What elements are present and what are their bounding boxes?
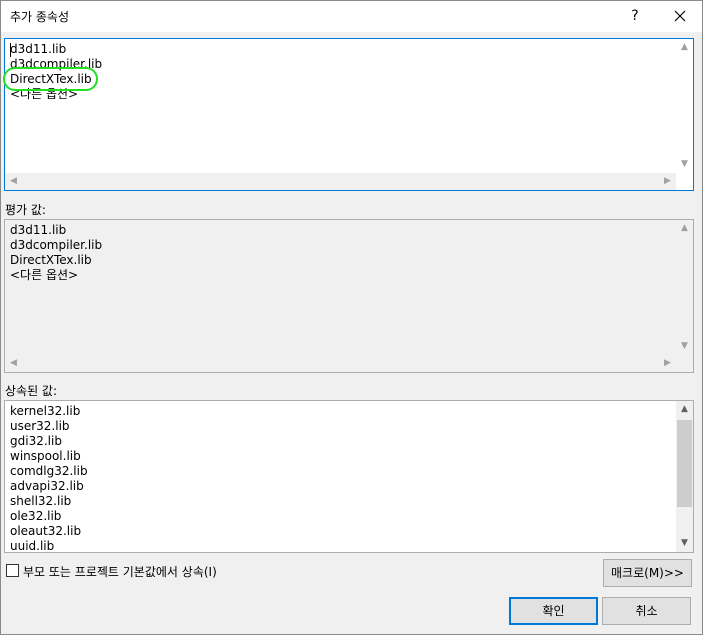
list-item: uuid.lib [10,539,55,553]
help-button[interactable]: ? [624,6,646,26]
scroll-up-arrow-icon[interactable]: ▲ [676,401,693,418]
evaluated-line: <다른 옵션> [10,268,79,282]
inherit-checkbox-label[interactable]: 부모 또는 프로젝트 기본값에서 상속(I) [23,563,217,580]
inherited-values-list: kernel32.lib user32.lib gdi32.lib winspo… [4,400,694,553]
scroll-left-arrow-icon[interactable]: ◀ [5,355,22,372]
evaluated-vertical-scrollbar[interactable]: ▲ ▼ [676,220,693,355]
scroll-up-arrow-icon[interactable]: ▲ [676,220,693,237]
list-item: user32.lib [10,419,70,433]
list-item: ole32.lib [10,509,62,523]
scroll-down-arrow-icon[interactable]: ▼ [676,156,693,173]
scroll-up-arrow-icon[interactable]: ▲ [676,39,693,56]
list-item: winspool.lib [10,449,81,463]
list-item: kernel32.lib [10,404,81,418]
title-bar: 추가 종속성 ? [0,0,703,32]
dialog-title: 추가 종속성 [10,10,70,24]
macro-button[interactable]: 매크로(M)>> [603,559,692,587]
inherited-vertical-scrollbar[interactable]: ▲ ▼ [676,401,693,552]
text-caret [10,43,11,57]
evaluated-value-box: d3d11.lib d3dcompiler.lib DirectXTex.lib… [4,219,694,373]
evaluated-horizontal-scrollbar[interactable]: ◀ ▶ [5,355,676,372]
list-item: gdi32.lib [10,434,62,448]
close-button[interactable] [667,4,693,28]
scrollbar-thumb[interactable] [677,420,692,507]
scroll-right-arrow-icon[interactable]: ▶ [659,173,676,190]
list-item: comdlg32.lib [10,464,88,478]
inherited-lines: kernel32.lib user32.lib gdi32.lib winspo… [10,404,88,553]
evaluated-label: 평가 값: [5,203,46,217]
evaluated-line: DirectXTex.lib [10,253,92,267]
edit-horizontal-scrollbar[interactable]: ◀ ▶ [5,173,676,190]
list-item: shell32.lib [10,494,72,508]
dependencies-edit-box[interactable]: d3d11.lib d3dcompiler.lib DirectXTex.lib… [4,38,694,191]
scroll-down-arrow-icon[interactable]: ▼ [676,338,693,355]
scroll-right-arrow-icon[interactable]: ▶ [659,355,676,372]
ok-button[interactable]: 확인 [509,597,598,625]
inherited-label: 상속된 값: [5,384,58,398]
highlight-annotation [3,67,98,91]
close-icon [674,10,686,22]
scroll-left-arrow-icon[interactable]: ◀ [5,173,22,190]
edit-vertical-scrollbar[interactable]: ▲ ▼ [676,39,693,173]
list-item: advapi32.lib [10,479,84,493]
cancel-button[interactable]: 취소 [602,597,691,625]
evaluated-line: d3d11.lib [10,223,67,237]
list-item: oleaut32.lib [10,524,82,538]
scroll-down-arrow-icon[interactable]: ▼ [676,535,693,552]
inherit-checkbox[interactable] [6,564,19,577]
evaluated-line: d3dcompiler.lib [10,238,103,252]
edit-line[interactable]: d3d11.lib [10,42,102,57]
evaluated-lines: d3d11.lib d3dcompiler.lib DirectXTex.lib… [10,223,102,283]
